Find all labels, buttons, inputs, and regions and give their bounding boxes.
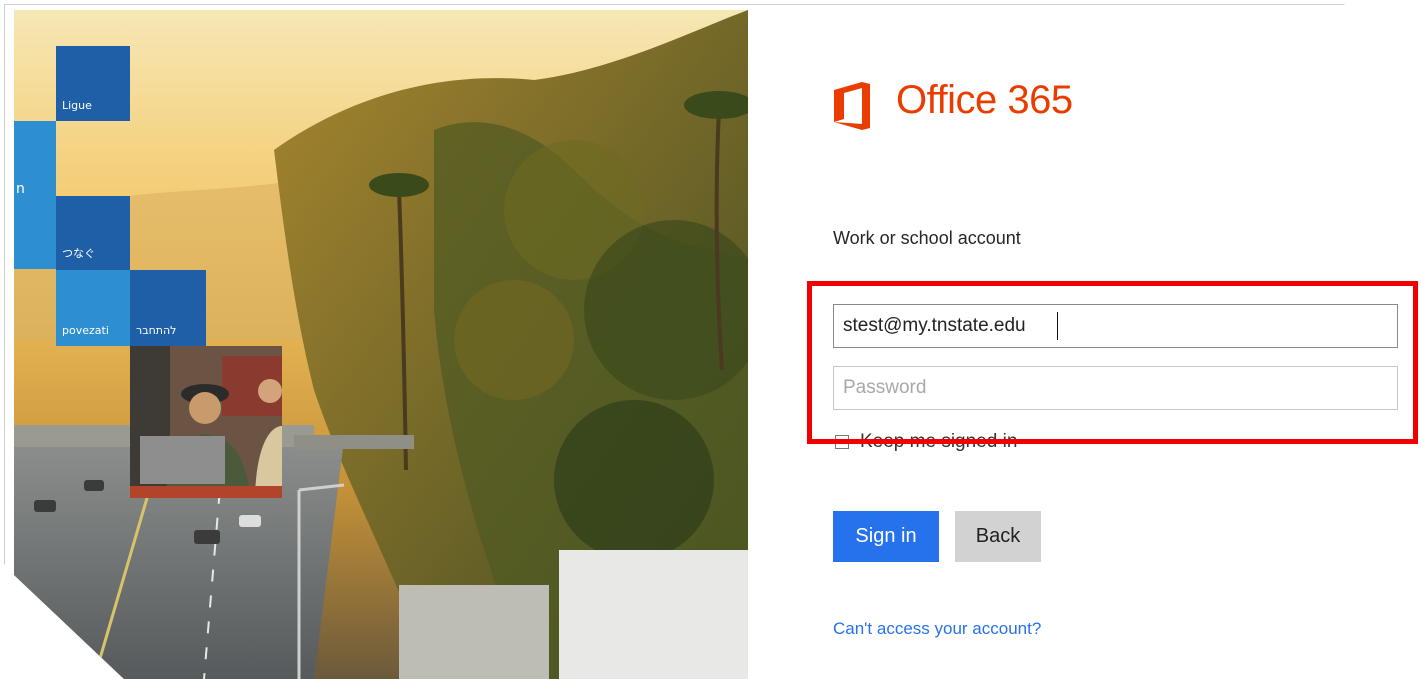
back-button[interactable]: Back [955, 511, 1041, 562]
tile-povezati: povezati [56, 270, 130, 346]
sign-in-button[interactable]: Sign in [833, 511, 939, 562]
tile-hebrew: להתחבר [130, 270, 206, 346]
tile-label: つなぐ [62, 247, 95, 260]
tile-n: n [14, 121, 56, 269]
people-photo [130, 346, 282, 498]
tile-label: Ligue [62, 99, 92, 112]
tile-label: n [16, 181, 25, 197]
highlight-annotation-box [807, 281, 1418, 444]
product-title: Office 365 [896, 78, 1073, 122]
tile-ligue: Ligue [56, 46, 130, 121]
tile-label: להתחבר [136, 324, 177, 337]
account-type-label: Work or school account [833, 228, 1021, 248]
hero-image: Ligue n つなぐ povezati להתחבר [14, 10, 748, 679]
cant-access-account-link[interactable]: Can't access your account? [833, 619, 1041, 639]
tile-tsunagu: つなぐ [56, 196, 130, 270]
office-logo-icon [834, 82, 870, 130]
tile-label: povezati [62, 324, 109, 337]
